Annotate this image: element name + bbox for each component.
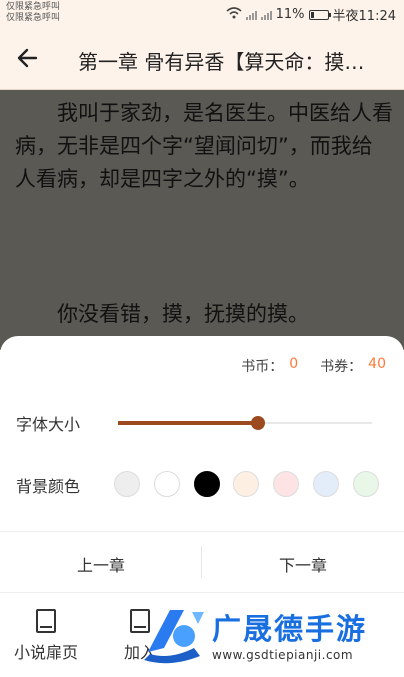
battery-icon [308,9,331,20]
vouchers-value: 40 [368,356,386,372]
background-swatch[interactable] [153,471,180,497]
prev-chapter-button[interactable]: 上一章 [0,546,202,582]
watermark-logo-icon [144,610,204,664]
background-swatch[interactable] [193,471,220,497]
divider [0,531,404,532]
font-size-label: 字体大小 [16,415,81,434]
status-icons: 11% 半夜11:24 [226,5,396,24]
watermark-brand: 广晟德手游 [212,612,368,646]
background-swatch[interactable] [114,471,140,497]
watermark: 广晟德手游 www.gsdtiepianji.com [140,602,404,677]
chapter-title: 第一章 骨有异香【算天命：摸… [78,50,365,74]
reader-header: 第一章 骨有异香【算天命：摸… [0,26,404,90]
slider-fill [118,421,258,425]
vouchers-label: 书券： [320,359,363,375]
background-color-options [114,471,379,497]
signal-icon [245,9,257,20]
carrier-line: 仅限紧急呼叫 [6,2,61,12]
coins-label: 书币： [241,359,284,375]
background-swatch[interactable] [352,471,379,497]
slider-thumb[interactable] [250,416,265,430]
background-swatch[interactable] [273,471,300,497]
back-button[interactable] [14,44,42,72]
signal-icon [260,9,272,20]
clock: 半夜11:24 [332,9,396,24]
carrier-line: 仅限紧急呼叫 [6,13,61,23]
font-size-slider[interactable] [118,416,372,430]
reading-area[interactable]: 我叫于家劲，是名医生。中医给人看病，无非是四个字“望闻问切”，而我给人看病，却是… [0,90,404,350]
background-swatch[interactable] [313,471,340,497]
background-swatch[interactable] [233,471,260,497]
book-icon [36,609,56,633]
next-chapter-button[interactable]: 下一章 [202,546,404,582]
watermark-url: www.gsdtiepianji.com [212,648,354,662]
account-balance: 书币： 0 书券： 40 [241,356,386,376]
paragraph: 你没看错，摸，抚摸的摸。 [57,302,309,326]
wifi-icon [226,6,242,23]
nav-item-cover[interactable]: 小说扉页 [6,609,86,663]
paragraph: 我叫于家劲，是名医生。中医给人看病，无非是四个字“望闻问切”，而我给人看病，却是… [15,101,393,191]
arrow-left-icon [17,48,38,68]
background-color-label: 背景颜色 [16,477,81,496]
status-bar: 仅限紧急呼叫 仅限紧急呼叫 11% 半夜11:24 [0,0,404,26]
nav-label: 小说扉页 [13,643,78,662]
carrier-info: 仅限紧急呼叫 仅限紧急呼叫 [6,2,60,24]
battery-percent: 11% [275,7,305,22]
coins-value: 0 [289,356,299,372]
